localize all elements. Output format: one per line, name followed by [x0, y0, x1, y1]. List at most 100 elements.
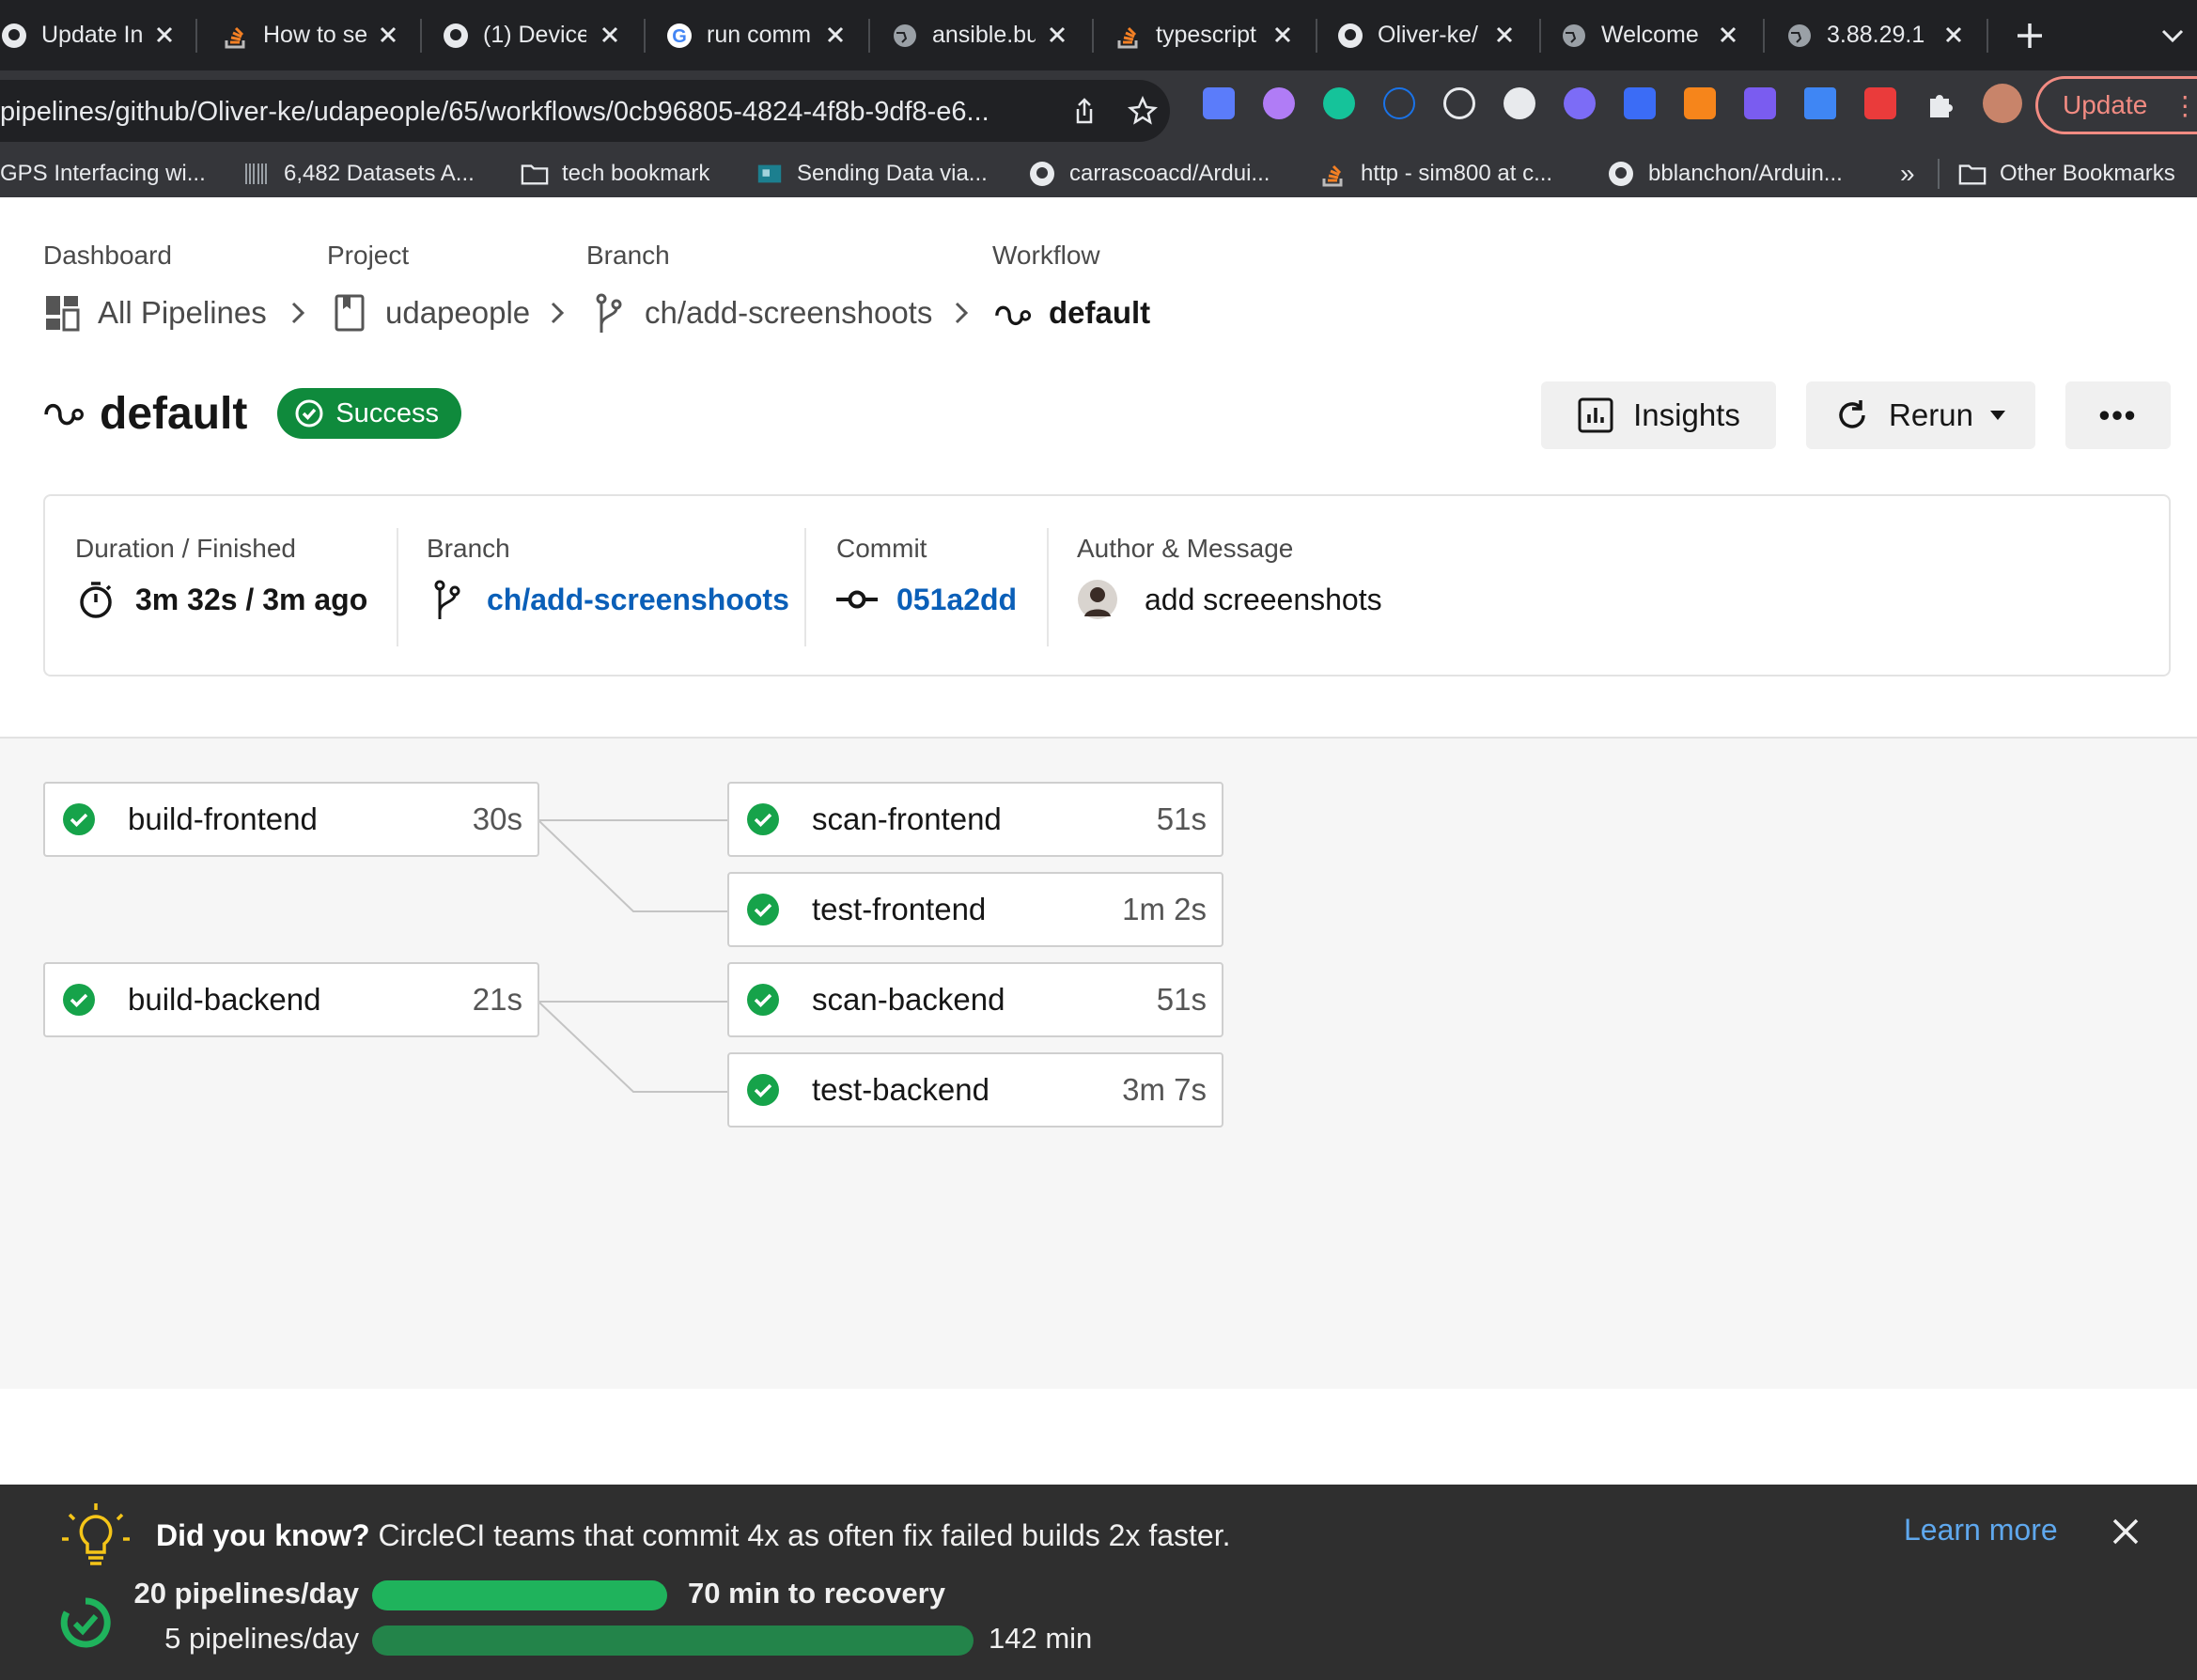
extension-icon[interactable]: [1804, 87, 1836, 119]
browser-tab[interactable]: Update In: [0, 0, 179, 70]
job-scan-backend[interactable]: scan-backend 51s: [727, 962, 1223, 1037]
divider: [1938, 159, 1940, 189]
stat-label-high-frequency: 20 pipelines/day: [133, 1577, 360, 1610]
extension-icon[interactable]: [1203, 87, 1235, 119]
close-icon[interactable]: [596, 21, 624, 49]
book-icon: [331, 291, 368, 334]
breadcrumb-label: Workflow: [992, 241, 1100, 270]
bookmark-folder-other[interactable]: Other Bookmarks: [1958, 146, 2175, 202]
browser-tab[interactable]: typescript: [1114, 0, 1297, 70]
lightbulb-icon: [58, 1501, 133, 1577]
bookmark-item[interactable]: GPS Interfacing wi...: [0, 146, 206, 202]
browser-tab[interactable]: ansible.bu: [891, 0, 1071, 70]
github-icon: [0, 22, 28, 50]
stopwatch-icon: [75, 579, 117, 620]
branch-link[interactable]: ch/add-screenshoots: [487, 583, 789, 617]
close-icon[interactable]: [1940, 21, 1968, 49]
author-section: Author & Message add screeenshots: [1077, 496, 1829, 678]
browser-tab[interactable]: 3.88.29.1: [1785, 0, 1968, 70]
job-test-frontend[interactable]: test-frontend 1m 2s: [727, 872, 1223, 947]
github-icon: [1336, 22, 1364, 50]
dashboard-icon: [43, 291, 81, 334]
breadcrumb-project[interactable]: udapeople: [331, 289, 530, 336]
browser-tab[interactable]: G run comm: [665, 0, 849, 70]
chevron-right-icon: [543, 299, 571, 327]
status-badge: Success: [277, 388, 461, 439]
breadcrumb-label: Project: [327, 241, 410, 270]
close-icon[interactable]: [1714, 21, 1742, 49]
breadcrumb-workflow[interactable]: default: [994, 289, 1150, 336]
extension-icon[interactable]: [1383, 87, 1415, 119]
branch-icon: [427, 579, 468, 620]
grammarly-icon[interactable]: [1323, 87, 1355, 119]
google-icon: G: [665, 22, 693, 50]
job-build-backend[interactable]: build-backend 21s: [43, 962, 539, 1037]
extension-icon[interactable]: [1744, 87, 1776, 119]
learn-more-link[interactable]: Learn more: [1904, 1513, 2058, 1548]
close-icon[interactable]: [821, 21, 849, 49]
chevron-right-icon: [284, 299, 312, 327]
bookmark-item[interactable]: 6,482 Datasets A...: [242, 146, 475, 202]
puzzle-icon[interactable]: [1924, 87, 1956, 119]
address-bar[interactable]: pipelines/github/Oliver-ke/udapeople/65/…: [0, 80, 1170, 142]
star-icon[interactable]: [1128, 95, 1158, 126]
close-icon[interactable]: [1490, 21, 1519, 49]
breadcrumb-branch[interactable]: ch/add-screenshoots: [590, 289, 932, 336]
avatar: [1077, 579, 1118, 620]
extension-icon[interactable]: [1624, 87, 1656, 119]
new-tab-icon[interactable]: [2013, 19, 2047, 53]
rerun-button[interactable]: Rerun: [1806, 381, 2035, 449]
extension-icon[interactable]: [1564, 87, 1596, 119]
url-text[interactable]: pipelines/github/Oliver-ke/udapeople/65/…: [0, 97, 1052, 128]
more-vert-icon: ⋮: [2172, 90, 2197, 120]
bookmarks-overflow[interactable]: »: [1900, 146, 1915, 202]
more-options-button[interactable]: •••: [2065, 381, 2171, 449]
close-icon[interactable]: [2109, 1515, 2142, 1548]
share-icon[interactable]: [1069, 96, 1099, 126]
browser-tab[interactable]: How to se: [222, 0, 402, 70]
close-icon[interactable]: [1043, 21, 1071, 49]
job-build-frontend[interactable]: build-frontend 30s: [43, 782, 539, 857]
github-icon[interactable]: [1504, 87, 1535, 119]
check-circle-icon: [747, 984, 779, 1016]
bookmark-item[interactable]: carrascoacd/Ardui...: [1028, 146, 1270, 202]
caret-down-icon: [1989, 411, 2005, 420]
chevron-down-icon[interactable]: [2159, 24, 2186, 47]
board-icon: [756, 160, 784, 188]
folder-icon: [1958, 160, 1987, 188]
extension-icon[interactable]: [1263, 87, 1295, 119]
job-scan-frontend[interactable]: scan-frontend 51s: [727, 782, 1223, 857]
stat-label-low-frequency: 5 pipelines/day: [164, 1622, 359, 1655]
bookmark-item[interactable]: http - sim800 at c...: [1319, 146, 1552, 202]
branch-section: Branch ch/add-screenshoots: [427, 496, 821, 678]
did-you-know-text: Did you know? CircleCI teams that commit…: [156, 1518, 1231, 1552]
browser-tab[interactable]: Oliver-ke/: [1336, 0, 1519, 70]
insights-button[interactable]: Insights: [1541, 381, 1776, 449]
browser-tab[interactable]: (1) Device: [442, 0, 624, 70]
check-circle-icon: [747, 1074, 779, 1106]
close-icon[interactable]: [150, 21, 179, 49]
recovery-bar-fill: [372, 1580, 667, 1610]
chevron-right-icon: [947, 299, 975, 327]
browser-tab-bar: Update In How to se (1) Device G run com…: [0, 0, 2197, 70]
breadcrumb-all-pipelines[interactable]: All Pipelines: [43, 289, 267, 336]
bookmark-folder[interactable]: tech bookmark: [521, 146, 709, 202]
chart-icon: [1578, 397, 1613, 433]
close-icon[interactable]: [1269, 21, 1297, 49]
refresh-icon: [1839, 400, 1865, 428]
target-icon[interactable]: [1443, 87, 1475, 119]
browser-update-button[interactable]: Update ⋮: [2035, 76, 2197, 134]
breadcrumb-label: Branch: [586, 241, 670, 270]
avatar[interactable]: [1983, 84, 2022, 123]
commit-section: Commit 051a2dd: [836, 496, 1081, 678]
close-icon[interactable]: [374, 21, 402, 49]
metamask-icon[interactable]: [1684, 87, 1716, 119]
bookmark-item[interactable]: bblanchon/Arduin...: [1607, 146, 1843, 202]
job-test-backend[interactable]: test-backend 3m 7s: [727, 1052, 1223, 1128]
browser-tab[interactable]: Welcome: [1560, 0, 1742, 70]
github-icon: [1607, 160, 1635, 188]
workflow-icon: [994, 291, 1032, 334]
extension-icon[interactable]: [1864, 87, 1896, 119]
bookmark-item[interactable]: Sending Data via...: [756, 146, 988, 202]
commit-link[interactable]: 051a2dd: [896, 583, 1017, 617]
